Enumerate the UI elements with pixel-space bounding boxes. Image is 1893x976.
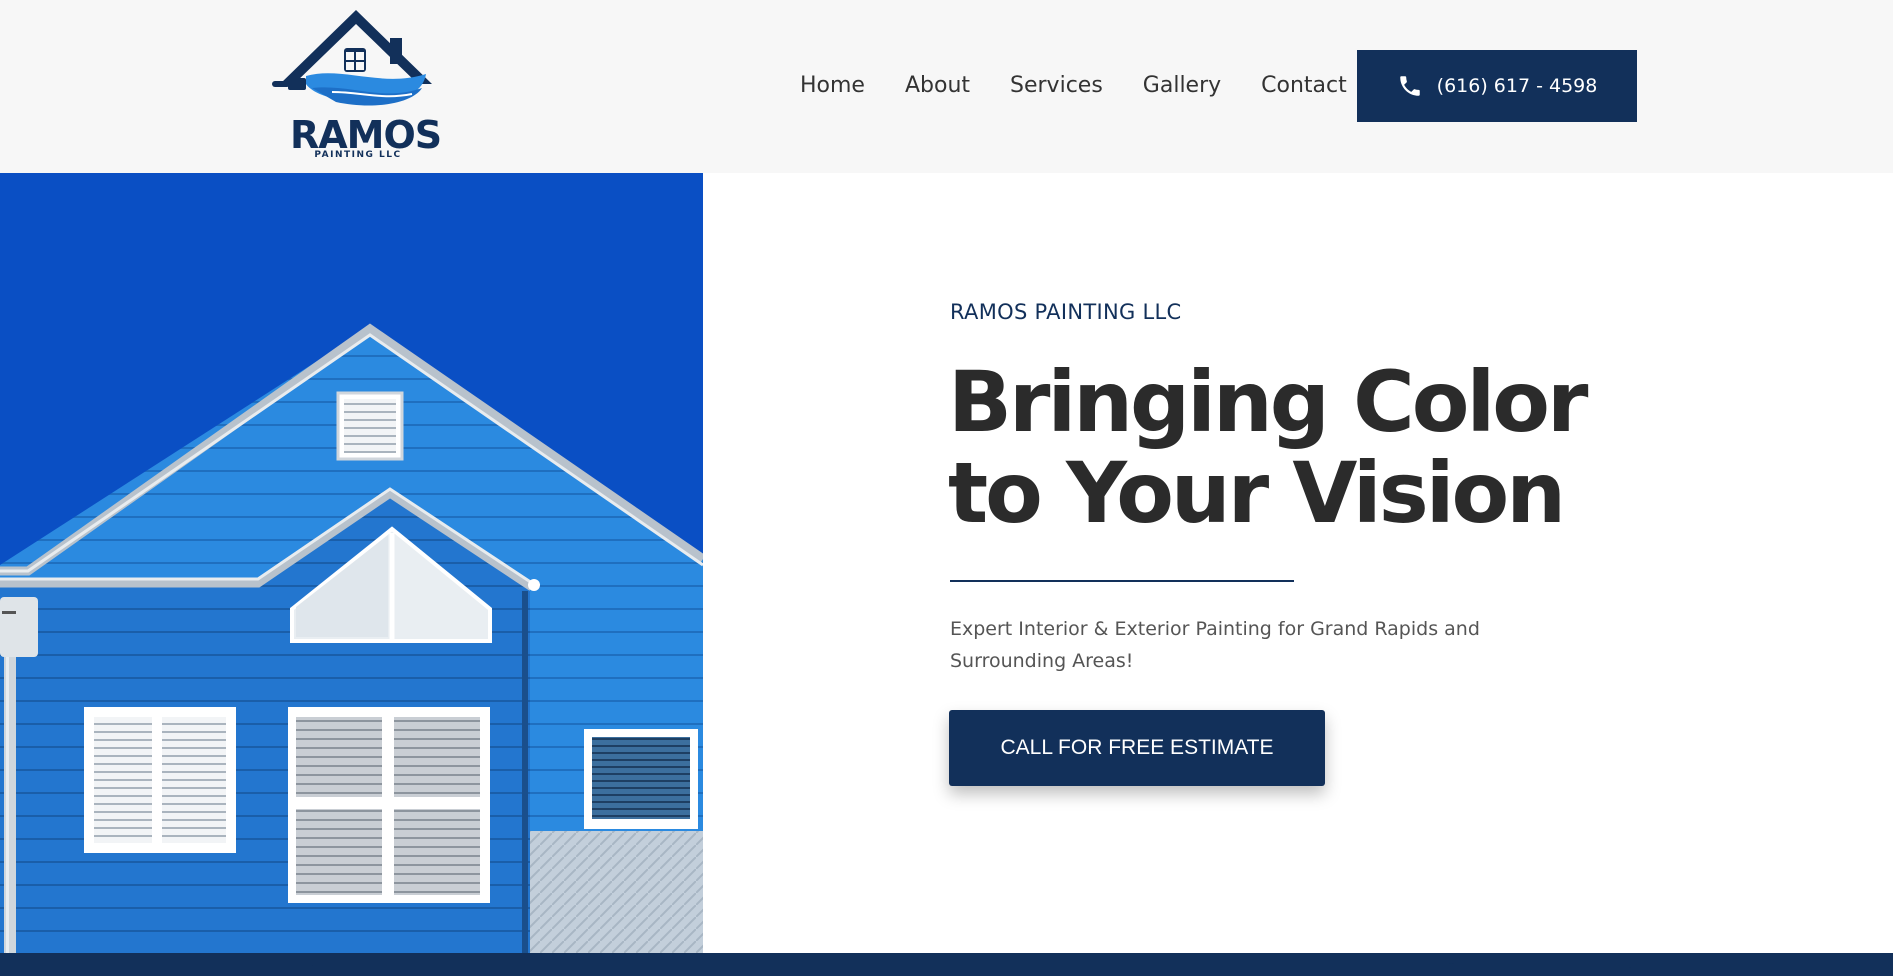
main-nav: Home About Services Gallery Contact — [800, 68, 1347, 102]
hero-divider — [950, 580, 1294, 582]
nav-contact[interactable]: Contact — [1261, 73, 1347, 98]
phone-number: (616) 617 - 4598 — [1436, 75, 1598, 97]
hero-eyebrow: RAMOS PAINTING LLC — [950, 300, 1182, 324]
blue-house-photo — [0, 173, 703, 953]
hero-headline: Bringing Color to Your Vision — [948, 357, 1648, 539]
nav-home[interactable]: Home — [800, 73, 865, 98]
phone-icon — [1399, 76, 1420, 96]
logo-wordmark: RAMOS — [290, 113, 442, 157]
nav-gallery[interactable]: Gallery — [1143, 73, 1221, 98]
logo-tagline: PAINTING LLC — [314, 150, 402, 160]
phone-call-button[interactable]: (616) 617 - 4598 — [1357, 50, 1637, 122]
nav-services[interactable]: Services — [1010, 73, 1103, 98]
ramos-painting-logo[interactable]: RAMOS PAINTING LLC — [272, 8, 442, 163]
site-header: RAMOS PAINTING LLC Home About Services G… — [0, 0, 1893, 173]
hero-headline-line-1: Bringing Color — [948, 353, 1588, 451]
house-brush-logo-icon — [272, 10, 432, 106]
call-for-free-estimate-button[interactable]: CALL FOR FREE ESTIMATE — [949, 710, 1325, 786]
nav-about[interactable]: About — [905, 73, 970, 98]
hero-subtext: Expert Interior & Exterior Painting for … — [950, 618, 1480, 672]
hero-headline-line-2: to Your Vision — [948, 444, 1566, 542]
section-divider-band — [0, 953, 1893, 976]
